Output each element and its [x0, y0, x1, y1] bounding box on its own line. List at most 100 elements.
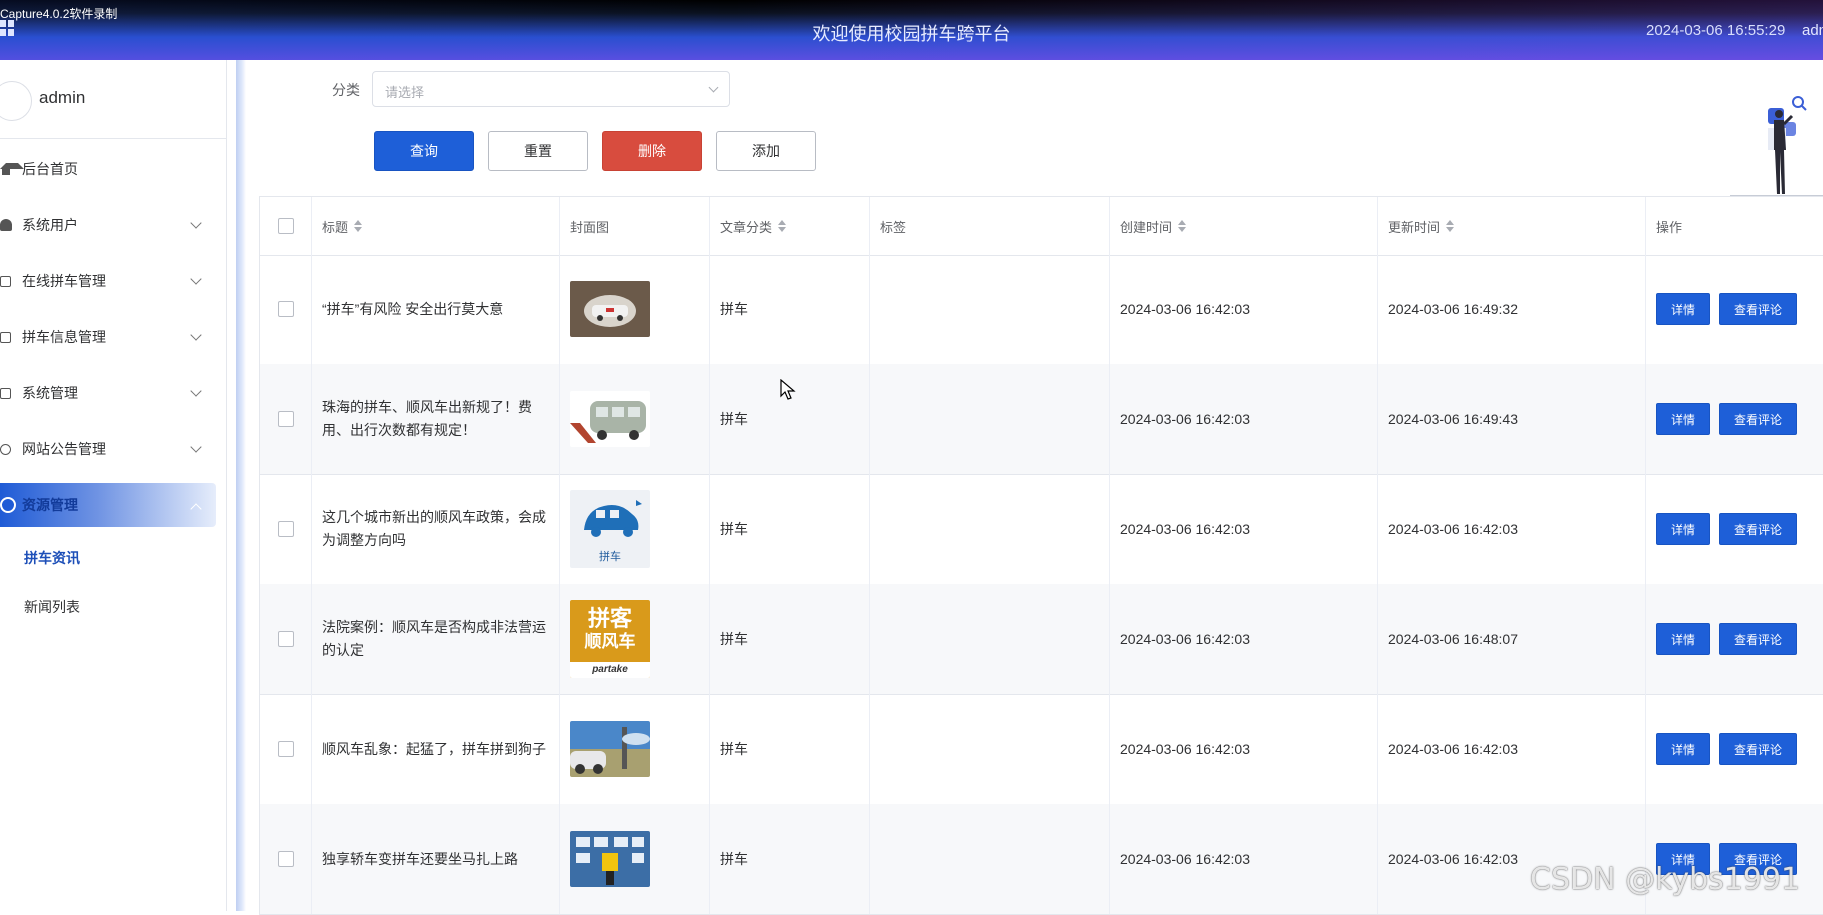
row-checkbox-cell: [259, 254, 311, 364]
row-checkbox[interactable]: [277, 411, 294, 427]
row-checkbox[interactable]: [277, 851, 294, 867]
sort-icon[interactable]: [354, 220, 363, 232]
sidebar-username: admin: [39, 88, 86, 107]
detail-button[interactable]: 详情: [1656, 513, 1710, 545]
cover-cell: [559, 364, 709, 474]
table-row: 珠海的拼车、顺风车出新规了！费用、出行次数都有规定！ 拼车 2024-03-06…: [259, 364, 1823, 475]
chevron-down-icon: [190, 385, 202, 397]
header-checkbox-cell: [259, 197, 311, 255]
cover-image: [570, 831, 650, 887]
row-checkbox-cell: [259, 694, 311, 804]
sidebar-item-online-carpool[interactable]: 在线拼车管理: [0, 253, 226, 309]
board-icon: [0, 331, 11, 343]
sidebar-item-label: 系统管理: [22, 385, 78, 401]
delete-button[interactable]: 删除: [602, 131, 702, 171]
sidebar-item-system-users[interactable]: 系统用户: [0, 197, 226, 253]
sidebar-item-resources[interactable]: 资源管理: [0, 483, 216, 527]
view-comments-button[interactable]: 查看评论: [1719, 513, 1797, 545]
created-cell: 2024-03-06 16:42:03: [1109, 694, 1377, 804]
row-checkbox-cell: [259, 364, 311, 474]
mouse-cursor-icon: [780, 378, 796, 401]
category-cell: 拼车: [709, 804, 869, 914]
sidebar-subitem-news-list[interactable]: 新闻列表: [0, 582, 226, 631]
row-checkbox[interactable]: [277, 741, 294, 757]
category-select-placeholder: 请选择: [385, 85, 425, 100]
query-button[interactable]: 查询: [374, 131, 474, 171]
created-cell: 2024-03-06 16:42:03: [1109, 804, 1377, 914]
updated-cell: 2024-03-06 16:49:32: [1377, 254, 1645, 364]
view-comments-button[interactable]: 查看评论: [1719, 293, 1797, 325]
created-cell: 2024-03-06 16:42:03: [1109, 364, 1377, 474]
category-cell: 拼车: [709, 254, 869, 364]
col-tag-label: 标签: [880, 219, 907, 235]
cover-image: [570, 281, 650, 337]
col-updated[interactable]: 更新时间: [1377, 197, 1645, 255]
row-checkbox[interactable]: [277, 301, 294, 317]
article-title: 这几个城市新出的顺风车政策，会成为调整方向吗: [322, 509, 546, 548]
cover-cell: 拼客 顺风车 partake: [559, 584, 709, 694]
table-row: 这几个城市新出的顺风车政策，会成为调整方向吗 拼车 拼车 2024-03-06 …: [259, 474, 1823, 585]
col-category[interactable]: 文章分类: [709, 197, 869, 255]
title-cell: 珠海的拼车、顺风车出新规了！费用、出行次数都有规定！: [311, 364, 559, 474]
view-comments-button[interactable]: 查看评论: [1719, 733, 1797, 765]
detail-button[interactable]: 详情: [1656, 293, 1710, 325]
row-checkbox[interactable]: [277, 521, 294, 537]
watermark: CSDN @kybs1991: [1530, 862, 1801, 897]
view-comments-button[interactable]: 查看评论: [1719, 623, 1797, 655]
app-title: 欢迎使用校园拼车跨平台: [812, 24, 1011, 44]
select-all-checkbox[interactable]: [277, 218, 294, 234]
tag-cell: [869, 804, 1109, 914]
title-cell: 这几个城市新出的顺风车政策，会成为调整方向吗: [311, 474, 559, 584]
row-checkbox-cell: [259, 474, 311, 584]
row-checkbox-cell: [259, 804, 311, 914]
actions-cell: 详情 查看评论: [1645, 364, 1823, 474]
search-illustration: [1730, 92, 1823, 197]
actions-cell: 详情 查看评论: [1645, 584, 1823, 694]
sort-icon[interactable]: [1178, 220, 1187, 232]
image-icon: [0, 387, 11, 399]
table-row: 独享轿车变拼车还要坐马扎上路 拼车 2024-03-06 16:42:03 20…: [259, 804, 1823, 915]
sidebar: admin 后台首页 系统用户 在线拼车管理 拼车信息管理 系统管理 网站公告管…: [0, 60, 227, 911]
cover-cell: [559, 254, 709, 364]
reset-button[interactable]: 重置: [488, 131, 588, 171]
table-row: “拼车”有风险 安全出行莫大意 拼车 2024-03-06 16:42:03 2…: [259, 254, 1823, 365]
avatar: [0, 81, 32, 121]
col-title[interactable]: 标题: [311, 197, 559, 255]
detail-button[interactable]: 详情: [1656, 403, 1710, 435]
sidebar-item-label: 在线拼车管理: [22, 273, 106, 289]
title-cell: 法院案例：顺风车是否构成非法营运的认定: [311, 584, 559, 694]
detail-button[interactable]: 详情: [1656, 733, 1710, 765]
add-button[interactable]: 添加: [716, 131, 816, 171]
chevron-down-icon: [708, 82, 719, 93]
tag-cell: [869, 694, 1109, 804]
sidebar-item-system[interactable]: 系统管理: [0, 365, 226, 421]
created-cell: 2024-03-06 16:42:03: [1109, 474, 1377, 584]
row-checkbox[interactable]: [277, 631, 294, 647]
sidebar-divider: [236, 60, 246, 911]
header-user-menu[interactable]: admin: [1802, 22, 1823, 39]
sort-icon[interactable]: [778, 220, 787, 232]
actions-cell: 详情 查看评论: [1645, 474, 1823, 584]
cover-caption: 拼车: [599, 551, 621, 563]
article-title: 独享轿车变拼车还要坐马扎上路: [322, 850, 518, 867]
category-select[interactable]: 请选择: [372, 71, 730, 107]
cover-brand: partake: [570, 662, 650, 678]
board-icon: [0, 275, 11, 287]
cover-text-line1: 拼客: [587, 606, 632, 631]
chevron-down-icon: [190, 273, 202, 285]
sidebar-subitem-carpool-news[interactable]: 拼车资讯: [0, 533, 226, 582]
sort-icon[interactable]: [1446, 220, 1455, 232]
article-title: 顺风车乱象：起猛了，拼车拼到狗子: [322, 740, 546, 757]
col-actions-label: 操作: [1656, 219, 1683, 235]
tag-cell: [869, 254, 1109, 364]
updated-cell: 2024-03-06 16:49:43: [1377, 364, 1645, 474]
col-created[interactable]: 创建时间: [1109, 197, 1377, 255]
sidebar-item-announcements[interactable]: 网站公告管理: [0, 421, 226, 477]
view-comments-button[interactable]: 查看评论: [1719, 403, 1797, 435]
sidebar-item-home[interactable]: 后台首页: [0, 141, 226, 197]
sidebar-item-carpool-info[interactable]: 拼车信息管理: [0, 309, 226, 365]
articles-table: 标题 封面图 文章分类 标签 创建时间 更新时间 操作 “拼车”有风险 安全出行…: [259, 196, 1823, 915]
detail-button[interactable]: 详情: [1656, 623, 1710, 655]
actions-cell: 详情 查看评论: [1645, 694, 1823, 804]
sidebar-item-label: 网站公告管理: [22, 441, 106, 457]
